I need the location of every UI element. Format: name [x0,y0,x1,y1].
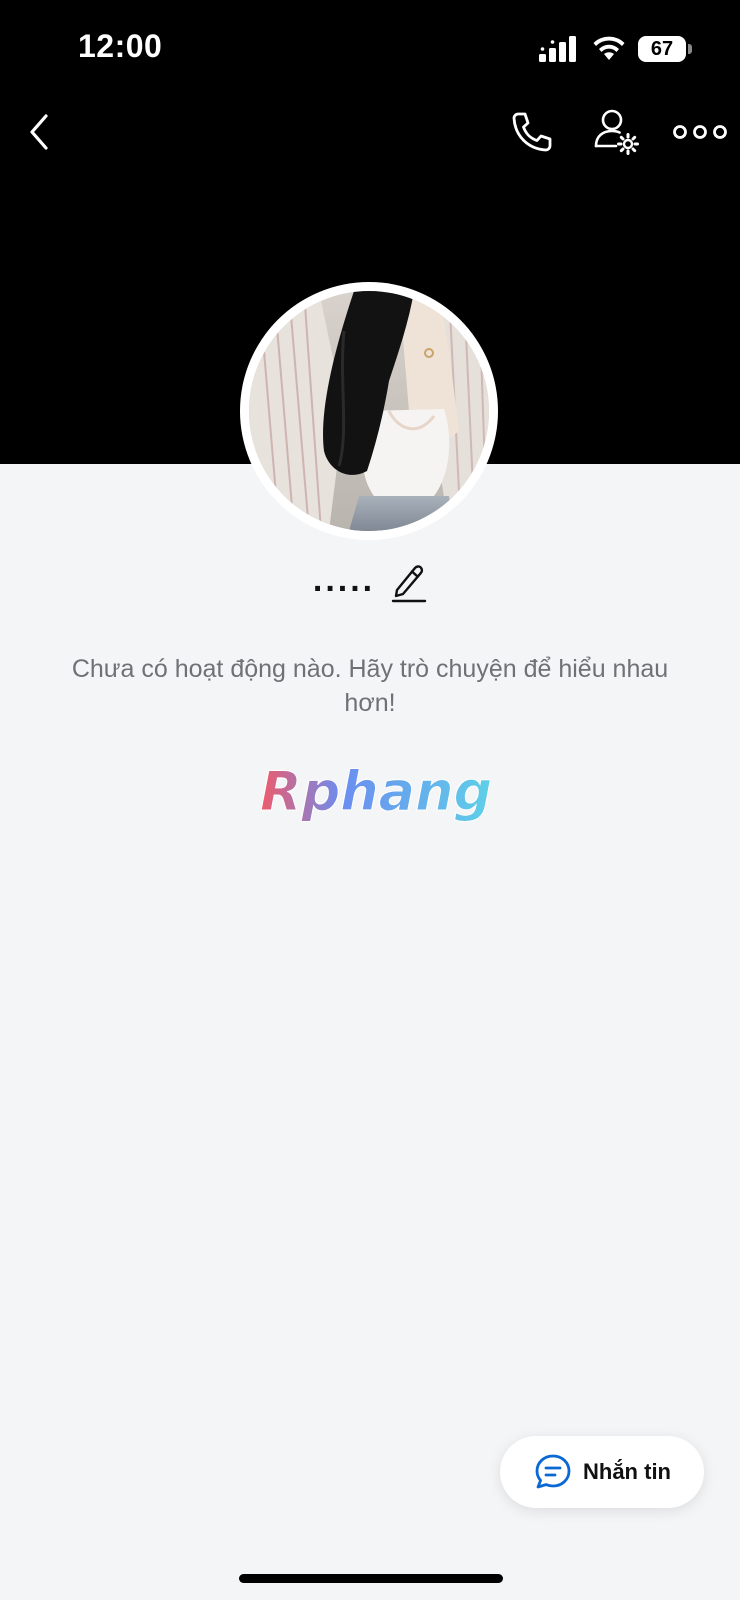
avatar[interactable] [249,291,489,531]
more-options-button[interactable] [672,114,728,150]
status-bar: 12:00 67 [0,0,740,96]
profile-name-row: ..... [0,558,740,608]
status-time: 12:00 [78,28,163,64]
ellipsis-icon [673,125,727,139]
watermark-logo: Rphang [260,760,491,824]
home-indicator[interactable] [239,1574,503,1583]
cellular-signal-icon [539,36,576,62]
empty-activity-message: Chưa có hoạt động nào. Hãy trò chuyện để… [71,655,669,717]
chat-bubble-icon [535,1454,571,1489]
pencil-icon [391,565,427,603]
chevron-left-icon [30,114,48,150]
battery-cap [688,44,692,54]
wifi-icon [593,36,625,60]
user-gear-icon [594,109,639,155]
back-button[interactable] [20,108,60,156]
message-button-label: Nhắn tin [583,1459,671,1484]
message-button[interactable]: Nhắn tin [500,1436,704,1508]
display-name: ..... [312,561,376,599]
watermark-text: Rphang [260,760,490,823]
profile-settings-button[interactable] [592,106,640,158]
edit-name-button[interactable] [391,562,427,604]
call-button[interactable] [508,108,556,156]
battery-level: 67 [638,36,686,62]
phone-icon [512,112,552,152]
